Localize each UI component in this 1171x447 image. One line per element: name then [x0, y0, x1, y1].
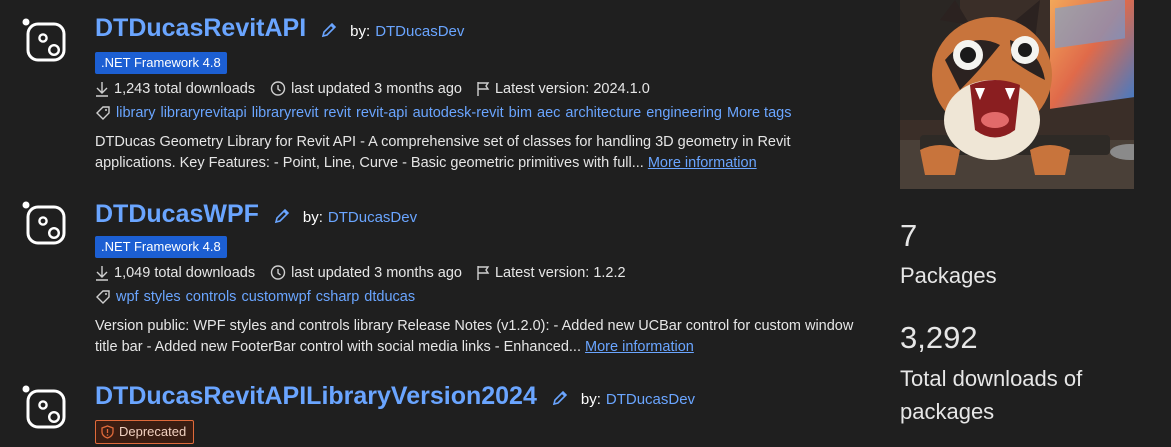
history-icon: [270, 265, 286, 280]
last-updated: last updated 3 months ago: [291, 80, 462, 97]
tag-icon: [96, 290, 110, 304]
author-link[interactable]: DTDucasDev: [606, 391, 695, 408]
package-icon: [22, 201, 66, 245]
more-information-link[interactable]: More information: [648, 155, 757, 171]
packages-count: 7: [900, 218, 918, 253]
description-line: title bar - Added new FooterBar control …: [95, 337, 885, 358]
download-count: 1,243 total downloads: [114, 80, 256, 97]
tag-link[interactable]: libraryrevit: [252, 105, 319, 121]
author-link[interactable]: DTDucasDev: [328, 209, 417, 226]
total-downloads-label: Total downloads of packages: [900, 366, 1083, 424]
tag-link[interactable]: aec: [537, 105, 560, 121]
author-link[interactable]: DTDucasDev: [375, 23, 464, 40]
description-text: title bar - Added new FooterBar control …: [95, 339, 581, 355]
more-information-link[interactable]: More information: [585, 339, 694, 355]
pencil-icon[interactable]: [273, 207, 291, 225]
tag-icon: [96, 106, 110, 120]
package-title[interactable]: DTDucasRevitAPILibraryVersion2024: [95, 382, 537, 411]
package-title[interactable]: DTDucasWPF: [95, 200, 259, 229]
framework-badge[interactable]: .NET Framework 4.8: [95, 236, 227, 258]
by-label: by:: [350, 23, 371, 40]
description-line: applications. Key Features: - Point, Lin…: [95, 153, 885, 174]
shield-warning-icon: [101, 425, 114, 439]
tag-link[interactable]: dtducas: [364, 289, 415, 305]
description-text: applications. Key Features: - Point, Lin…: [95, 155, 644, 171]
flag-icon: [477, 81, 490, 96]
tag-link[interactable]: revit: [324, 105, 351, 121]
tag-link[interactable]: wpf: [116, 289, 139, 305]
latest-version: Latest version: 1.2.2: [494, 264, 626, 281]
flag-icon: [477, 265, 490, 280]
download-count: 1,049 total downloads: [114, 264, 256, 281]
pencil-icon[interactable]: [551, 389, 569, 407]
profile-avatar: [900, 0, 1134, 189]
tag-link[interactable]: bim: [509, 105, 532, 121]
deprecated-badge[interactable]: Deprecated: [95, 420, 195, 444]
tag-link[interactable]: libraryrevitapi: [160, 105, 246, 121]
description-line: Version public: WPF styles and controls …: [95, 318, 854, 334]
tag-link[interactable]: architecture: [565, 105, 641, 121]
tag-link[interactable]: styles: [144, 289, 181, 305]
tag-link[interactable]: autodesk-revit: [413, 105, 504, 121]
tag-link[interactable]: revit-api: [356, 105, 408, 121]
package-description: DTDucas Geometry Library for Revit API -…: [95, 132, 885, 174]
history-icon: [270, 81, 286, 96]
package-card: DTDucasWPF by: DTDucasDev .NET Framework…: [0, 190, 880, 370]
description-line: DTDucas Geometry Library for Revit API -…: [95, 134, 791, 150]
download-icon: [96, 81, 108, 97]
tag-link[interactable]: library: [116, 105, 155, 121]
tag-link[interactable]: csharp: [316, 289, 360, 305]
tag-link[interactable]: engineering: [646, 105, 722, 121]
tag-link[interactable]: customwpf: [241, 289, 310, 305]
package-icon: [22, 18, 66, 62]
packages-label: Packages: [900, 263, 997, 288]
tag-link[interactable]: controls: [186, 289, 237, 305]
framework-badge[interactable]: .NET Framework 4.8: [95, 52, 227, 74]
by-label: by:: [580, 391, 601, 408]
total-downloads-count: 3,292: [900, 320, 978, 355]
pencil-icon[interactable]: [320, 21, 338, 39]
package-description: Version public: WPF styles and controls …: [95, 316, 885, 358]
download-icon: [96, 265, 108, 281]
package-card: DTDucasRevitAPI by: DTDucasDev .NET Fram…: [0, 0, 880, 190]
by-label: by:: [302, 209, 323, 226]
deprecated-label: Deprecated: [119, 424, 187, 439]
more-tags-link[interactable]: More tags: [727, 105, 791, 121]
package-card: DTDucasRevitAPILibraryVersion2024 by: DT…: [0, 370, 880, 447]
package-title[interactable]: DTDucasRevitAPI: [95, 14, 306, 43]
latest-version: Latest version: 2024.1.0: [494, 80, 650, 97]
last-updated: last updated 3 months ago: [291, 264, 462, 281]
package-icon: [22, 385, 66, 429]
